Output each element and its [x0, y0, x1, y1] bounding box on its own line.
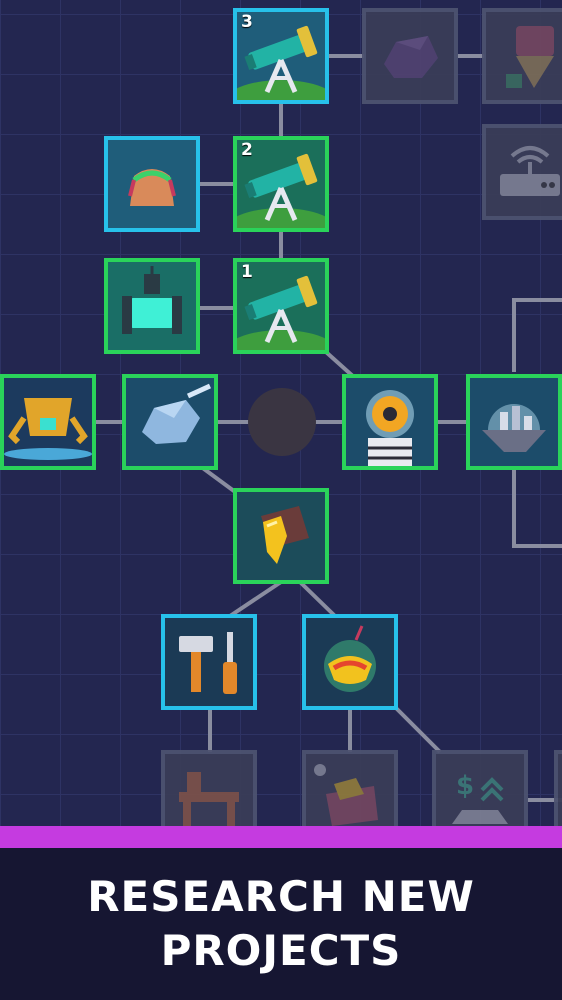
ice-asteroid-icon	[126, 378, 214, 466]
machine-icon	[108, 262, 196, 350]
banner-accent-stripe	[0, 826, 562, 848]
gold-ore-node[interactable]	[233, 488, 329, 584]
telescope-level-3-node[interactable]: 3	[233, 8, 329, 104]
level-label: 1	[241, 262, 253, 282]
router-node[interactable]	[482, 124, 562, 220]
ice-asteroid-node[interactable]	[122, 374, 218, 470]
banner-line-2: PROJECTS	[160, 926, 402, 975]
drill-icon	[506, 26, 554, 88]
tools-node[interactable]	[161, 614, 257, 710]
svg-text:$: $	[456, 771, 474, 801]
mining-robot-node[interactable]	[0, 374, 96, 470]
cargo-bag-node[interactable]	[104, 136, 200, 232]
drill-node[interactable]	[482, 8, 562, 104]
teleporter-machine-node[interactable]	[104, 258, 200, 354]
floating-city-node[interactable]	[466, 374, 562, 470]
promo-banner: RESEARCH NEW PROJECTS	[0, 848, 562, 1000]
asteroid-rock-node[interactable]	[362, 8, 458, 104]
gold-ore-icon	[237, 492, 325, 580]
lava-orb-icon	[306, 618, 394, 706]
telescope-level-2-node[interactable]: 2	[233, 136, 329, 232]
city-dome-icon	[470, 378, 558, 466]
tools-icon	[165, 618, 253, 706]
level-label: 3	[241, 12, 253, 32]
level-label: 2	[241, 140, 253, 160]
astronaut-node[interactable]	[342, 374, 438, 470]
telescope-level-1-node[interactable]: 1	[233, 258, 329, 354]
robot-icon	[4, 378, 92, 466]
wifi-router-icon	[500, 146, 560, 196]
asteroid-icon	[384, 36, 438, 78]
center-hub	[248, 388, 316, 456]
bag-icon	[128, 169, 176, 206]
astronaut-icon	[346, 378, 434, 466]
lava-orb-node[interactable]	[302, 614, 398, 710]
banner-line-1: RESEARCH NEW	[87, 872, 475, 921]
